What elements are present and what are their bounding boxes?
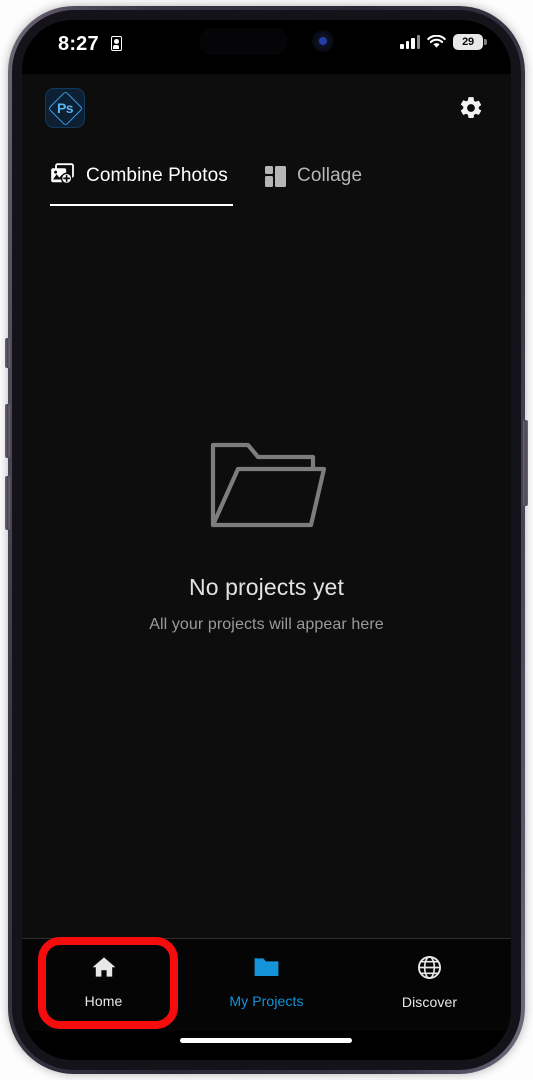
screenshot-root: 8:27 29 Ps Combine Photos Collage No pro… (0, 0, 533, 1080)
dynamic-island (199, 28, 288, 55)
tab-combine-photos-label: Combine Photos (86, 165, 228, 186)
phone-screen: 8:27 29 Ps Combine Photos Collage No pro… (22, 20, 511, 1060)
globe-icon (417, 955, 442, 985)
nav-item-home[interactable]: Home (22, 939, 185, 1031)
empty-state: No projects yet All your projects will a… (22, 438, 511, 634)
app-header: Ps (22, 74, 511, 142)
tab-collage[interactable]: Collage (265, 142, 362, 206)
home-icon (91, 955, 117, 984)
gear-icon[interactable] (453, 90, 489, 126)
battery-percent: 29 (462, 36, 474, 48)
action-button[interactable] (5, 338, 10, 368)
status-bar: 8:27 29 (22, 20, 511, 74)
tab-collage-label: Collage (297, 165, 363, 186)
bottom-navigation-bar: Home My Projects Discover (22, 939, 511, 1031)
front-camera-icon (312, 30, 334, 52)
volume-down-button[interactable] (5, 476, 10, 530)
projects-content-area: No projects yet All your projects will a… (22, 206, 511, 938)
combine-photos-icon (50, 162, 75, 190)
status-indicators: 29 (400, 34, 487, 50)
nav-item-home-label: Home (84, 993, 123, 1009)
power-button[interactable] (523, 420, 528, 506)
home-indicator[interactable] (180, 1038, 352, 1043)
photoshop-express-logo[interactable]: Ps (45, 88, 85, 128)
battery-indicator: 29 (453, 34, 487, 50)
tab-bar: Combine Photos Collage (22, 142, 511, 206)
folder-outline-icon (22, 438, 511, 530)
wifi-icon (427, 34, 446, 49)
collage-grid-icon (265, 165, 286, 187)
nav-item-discover[interactable]: Discover (348, 939, 511, 1031)
logo-text: Ps (56, 100, 74, 116)
folder-filled-icon (253, 955, 280, 984)
nav-item-my-projects-label: My Projects (229, 993, 304, 1009)
status-time: 8:27 (58, 33, 99, 55)
empty-state-title: No projects yet (189, 574, 344, 600)
cellular-signal-icon (400, 35, 420, 49)
nav-item-discover-label: Discover (401, 994, 458, 1010)
empty-state-subtitle: All your projects will appear here (149, 616, 384, 633)
tab-combine-photos[interactable]: Combine Photos (50, 142, 228, 206)
nav-item-my-projects[interactable]: My Projects (185, 939, 348, 1031)
lock-portrait-icon (111, 36, 122, 51)
volume-up-button[interactable] (5, 404, 10, 458)
